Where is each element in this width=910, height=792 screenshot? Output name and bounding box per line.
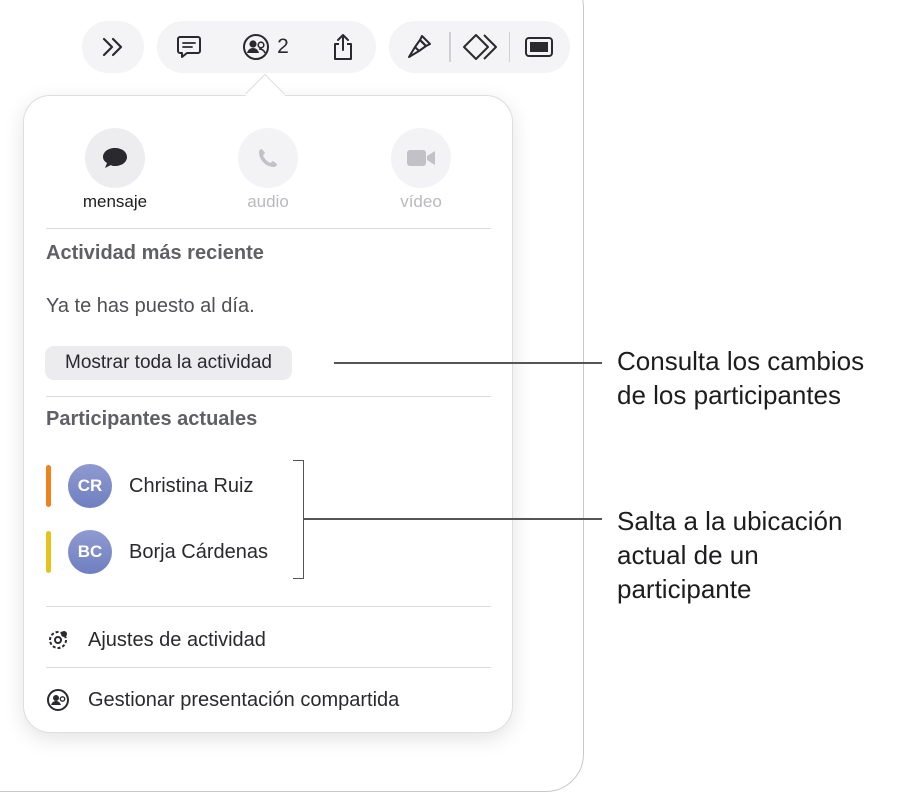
activity-settings-label: Ajustes de actividad	[88, 628, 266, 651]
toolbar-group-more	[82, 21, 144, 73]
participant-color-bar	[46, 465, 51, 507]
participant-name: Borja Cárdenas	[129, 540, 268, 563]
participant-name: Christina Ruiz	[129, 474, 254, 497]
avatar: CR	[68, 464, 112, 508]
comment-icon	[177, 36, 201, 58]
format-button[interactable]	[389, 21, 449, 73]
show-all-activity-button[interactable]: Mostrar toda la actividad	[45, 346, 292, 380]
callout-participants: Salta a la ubicación actual de un partic…	[617, 506, 843, 604]
activity-settings-icon	[49, 631, 67, 649]
message-bubble-icon	[103, 148, 127, 168]
toolbar-group-main: 2	[157, 21, 376, 73]
manage-shared-presentation-row[interactable]: Gestionar presentación compartida	[46, 685, 399, 715]
phone-icon	[259, 149, 277, 167]
manage-sharing-icon	[47, 689, 69, 711]
audio-label: audio	[247, 192, 289, 211]
divider	[46, 667, 491, 668]
collaborators-count: 2	[277, 35, 289, 58]
divider	[46, 396, 491, 397]
share-button[interactable]	[309, 21, 376, 73]
participant-color-bar	[46, 531, 51, 573]
recent-activity-status: Ya te has puesto al día.	[46, 295, 255, 317]
video-button[interactable]	[391, 128, 451, 188]
collaborate-icon	[243, 34, 270, 60]
participant-row[interactable]: BC Borja Cárdenas	[46, 527, 306, 577]
comment-button[interactable]	[157, 21, 221, 73]
format-brush-icon	[408, 35, 431, 58]
callout-line-participants	[304, 518, 602, 520]
callout-line-activity	[334, 362, 602, 364]
collaborate-button[interactable]: 2	[221, 21, 309, 73]
video-camera-icon	[407, 150, 435, 166]
more-forward-icon	[102, 37, 123, 57]
video-label: vídeo	[400, 192, 442, 211]
divider	[46, 228, 491, 229]
activity-settings-row[interactable]: Ajustes de actividad	[46, 625, 266, 655]
toolbar-group-format	[389, 21, 570, 73]
message-button[interactable]	[85, 128, 145, 188]
recent-activity-title: Actividad más reciente	[46, 242, 264, 264]
avatar: BC	[68, 530, 112, 574]
participants-title: Participantes actuales	[46, 408, 258, 430]
audio-button[interactable]	[238, 128, 298, 188]
animate-button[interactable]	[451, 21, 509, 73]
document-sidebar-icon	[525, 37, 553, 57]
more-tools-button[interactable]	[82, 21, 144, 73]
callout-activity: Consulta los cambios de los participante…	[617, 346, 865, 410]
animate-icon	[462, 34, 497, 60]
manage-shared-presentation-label: Gestionar presentación compartida	[88, 688, 400, 711]
divider	[46, 606, 491, 607]
document-button[interactable]	[510, 21, 568, 73]
message-label: mensaje	[82, 192, 148, 211]
participant-row[interactable]: CR Christina Ruiz	[46, 461, 306, 511]
share-icon	[333, 34, 352, 60]
